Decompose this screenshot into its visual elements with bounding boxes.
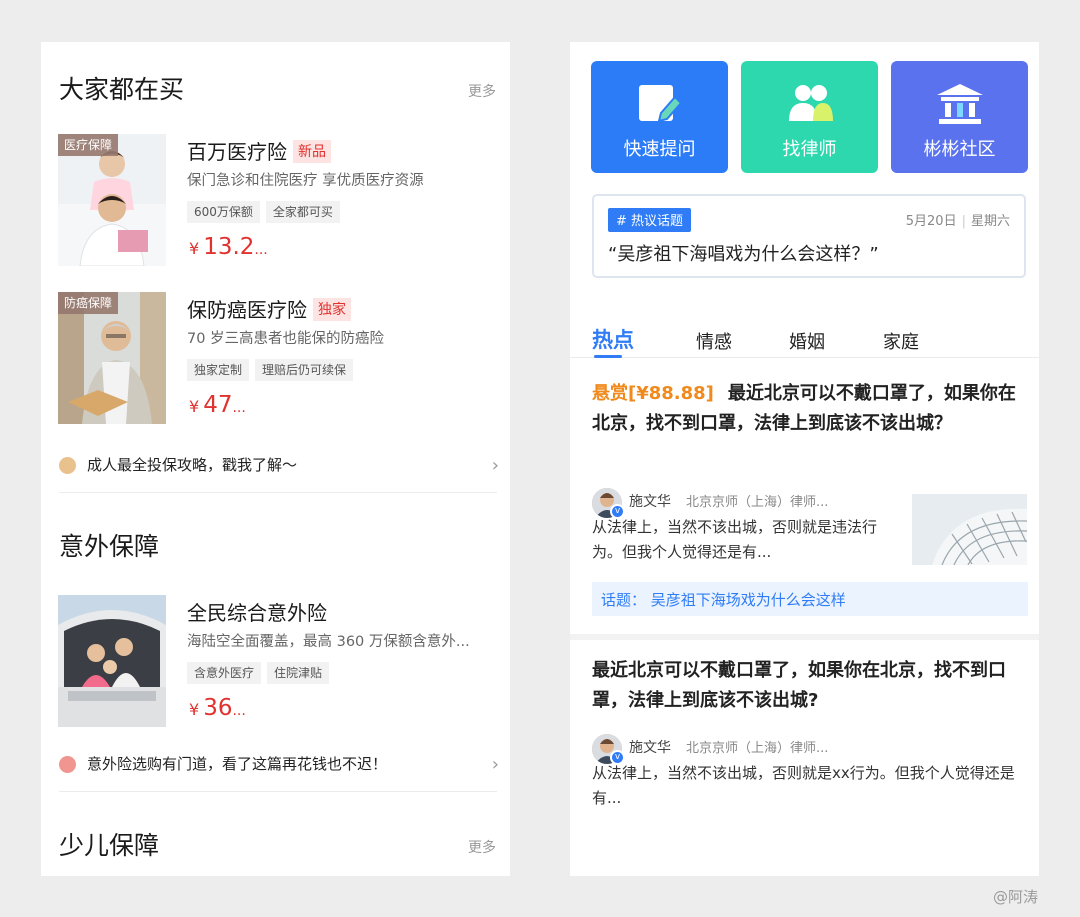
author-name: 施文华 bbox=[629, 740, 671, 756]
tab-marriage[interactable]: 婚姻 bbox=[789, 328, 825, 354]
bounty-badge: 悬赏[¥88.88] bbox=[592, 383, 714, 404]
author-name: 施文华 bbox=[629, 494, 671, 510]
section-title-kids: 少儿保障 bbox=[59, 831, 160, 860]
product-chips: 含意外医疗 住院津贴 bbox=[187, 662, 335, 684]
author-title: 北京京师（上海）律师... bbox=[686, 495, 829, 510]
chip: 含意外医疗 bbox=[187, 662, 262, 684]
question-title[interactable]: 悬赏[¥88.88] 最近北京可以不戴口罩了，如果你在北京，找不到口罩，法律上到底… bbox=[592, 379, 1032, 439]
product-image: 医疗保障 bbox=[58, 134, 166, 266]
author-title: 北京京师（上海）律师... bbox=[686, 741, 829, 756]
chip: 住院津贴 bbox=[267, 662, 330, 684]
guide-text: 成人最全投保攻略，戳我了解～ bbox=[87, 456, 298, 474]
divider bbox=[570, 634, 1039, 640]
watermark: @阿涛 bbox=[992, 888, 1038, 906]
edit-icon bbox=[639, 85, 683, 123]
community-label: 彬彬社区 bbox=[923, 139, 996, 160]
topic-date: 5月20日 | 星期六 bbox=[905, 214, 1010, 229]
product-price: ¥13.2... bbox=[189, 234, 268, 260]
topic-link[interactable]: 话题： 吴彦祖下海场戏为什么会这样 bbox=[592, 582, 1028, 616]
exclusive-badge: 独家 bbox=[313, 298, 351, 321]
answer-excerpt[interactable]: 从法律上，当然不该出城，否则就是xx行为。但我个人觉得还是有... bbox=[592, 761, 1032, 811]
hot-topic-tag: # 热议话题 bbox=[608, 208, 692, 232]
find-lawyer-button[interactable]: 找律师 bbox=[741, 61, 878, 173]
tab-bar: 热点 情感 婚姻 家庭 bbox=[570, 322, 1039, 358]
chat-icon bbox=[59, 457, 76, 474]
topic-quote: “吴彦祖下海唱戏为什么会这样？” bbox=[608, 244, 879, 265]
product-image bbox=[58, 595, 166, 727]
product-chips: 600万保额 全家都可买 bbox=[187, 201, 346, 223]
product-chips: 独家定制 理赔后仍可续保 bbox=[187, 359, 359, 381]
find-lawyer-label: 找律师 bbox=[782, 139, 837, 160]
guide-link[interactable]: 成人最全投保攻略，戳我了解～ › bbox=[59, 453, 499, 477]
product-card[interactable]: 防癌保障 保防癌医疗险 独家 70 岁三高患者也能保的防癌险 独家定制 理赔后仍可续… bbox=[58, 292, 498, 426]
new-badge: 新品 bbox=[293, 140, 331, 163]
product-name: 保防癌医疗险 独家 bbox=[187, 294, 351, 323]
chip: 理赔后仍可续保 bbox=[255, 359, 354, 381]
product-name: 全民综合意外险 bbox=[187, 601, 327, 625]
section-title-accident: 意外保障 bbox=[59, 532, 160, 561]
product-card[interactable]: 医疗保障 百万医疗险 新品 保门急诊和住院医疗 享优质医疗资源 600万保额 全家都… bbox=[58, 134, 498, 268]
product-tag: 医疗保障 bbox=[58, 134, 119, 156]
more-link[interactable]: 更多 bbox=[468, 837, 496, 857]
chevron-right-icon: › bbox=[491, 754, 499, 775]
product-desc: 70 岁三高患者也能保的防癌险 bbox=[187, 331, 385, 347]
chip: 全家都可买 bbox=[265, 201, 340, 223]
answer-excerpt[interactable]: 从法律上，当然不该出城，否则就是违法行为。但我个人觉得还是有... bbox=[592, 515, 902, 565]
product-card[interactable]: 全民综合意外险 海陆空全面覆盖，最高 360 万保额含意外... 含意外医疗 住院… bbox=[58, 595, 498, 729]
guide-link[interactable]: 意外险选购有门道，看了这篇再花钱也不迟！ › bbox=[59, 752, 499, 776]
tab-emotion[interactable]: 情感 bbox=[696, 328, 732, 354]
section-title-popular: 大家都在买 bbox=[59, 75, 185, 104]
insurance-panel: 大家都在买 更多 医疗保障 百万医疗险 新品 保门急诊和住院医疗 享优质医疗资源 … bbox=[41, 42, 510, 876]
quick-ask-button[interactable]: 快速提问 bbox=[591, 61, 728, 173]
divider bbox=[59, 791, 497, 792]
answer-image[interactable] bbox=[912, 494, 1027, 565]
guide-text: 意外险选购有门道，看了这篇再花钱也不迟！ bbox=[87, 755, 388, 773]
tab-family[interactable]: 家庭 bbox=[883, 328, 919, 354]
question-title[interactable]: 最近北京可以不戴口罩了，如果你在北京，找不到口罩，法律上到底该不该出城? bbox=[592, 656, 1032, 716]
product-desc: 保门急诊和住院医疗 享优质医疗资源 bbox=[187, 173, 424, 189]
product-desc: 海陆空全面覆盖，最高 360 万保额含意外... bbox=[187, 634, 470, 650]
building-icon bbox=[937, 84, 983, 124]
tab-underline bbox=[594, 355, 622, 358]
product-price: ¥47... bbox=[189, 392, 246, 418]
chip: 独家定制 bbox=[187, 359, 250, 381]
legal-qa-panel: 快速提问 找律师 彬彬社区 # 热议话题 5月20日 | 星期六 “吴彦祖下海唱戏为… bbox=[570, 42, 1039, 876]
product-price: ¥36... bbox=[189, 695, 246, 721]
people-icon bbox=[789, 85, 833, 121]
chevron-right-icon: › bbox=[491, 455, 499, 476]
bell-icon bbox=[59, 756, 76, 773]
quick-ask-label: 快速提问 bbox=[623, 139, 696, 160]
more-link[interactable]: 更多 bbox=[468, 81, 496, 101]
community-button[interactable]: 彬彬社区 bbox=[891, 61, 1028, 173]
divider bbox=[59, 492, 497, 493]
product-image: 防癌保障 bbox=[58, 292, 166, 424]
hot-topic-card[interactable]: # 热议话题 5月20日 | 星期六 “吴彦祖下海唱戏为什么会这样？” bbox=[592, 194, 1026, 278]
chip: 600万保额 bbox=[187, 201, 260, 223]
product-tag: 防癌保障 bbox=[58, 292, 119, 314]
product-name: 百万医疗险 新品 bbox=[187, 136, 331, 165]
tab-hot[interactable]: 热点 bbox=[592, 324, 634, 354]
